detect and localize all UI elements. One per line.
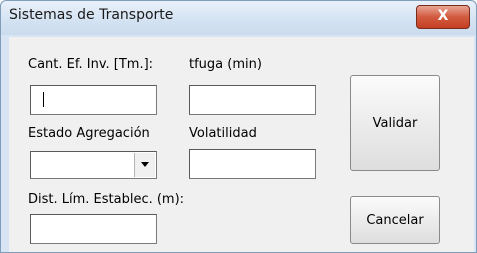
close-icon: X [437, 8, 449, 24]
close-button[interactable]: X [416, 5, 470, 29]
estado-combobox[interactable] [30, 151, 157, 179]
estado-label: Estado Agregación [28, 126, 150, 141]
dist-label: Dist. Lím. Establec. (m): [28, 192, 185, 207]
volatilidad-input[interactable] [189, 149, 316, 179]
validar-button[interactable]: Validar [350, 75, 440, 171]
volatilidad-label: Volatilidad [189, 126, 257, 141]
window-title: Sistemas de Transporte [9, 7, 174, 23]
tfuga-input[interactable] [189, 85, 316, 115]
dist-input[interactable] [30, 214, 157, 244]
dialog-body: Cant. Ef. Inv. [Tm.]: tfuga (min) Estado… [9, 37, 474, 252]
chevron-down-icon[interactable] [134, 153, 155, 177]
title-bar[interactable]: Sistemas de Transporte X [1, 1, 476, 35]
cancelar-button[interactable]: Cancelar [350, 196, 440, 244]
dialog-window: Sistemas de Transporte X Cant. Ef. Inv. … [0, 0, 477, 253]
cant-input[interactable] [30, 85, 157, 115]
text-caret [43, 92, 44, 107]
cant-label: Cant. Ef. Inv. [Tm.]: [28, 57, 154, 72]
tfuga-label: tfuga (min) [189, 57, 262, 72]
